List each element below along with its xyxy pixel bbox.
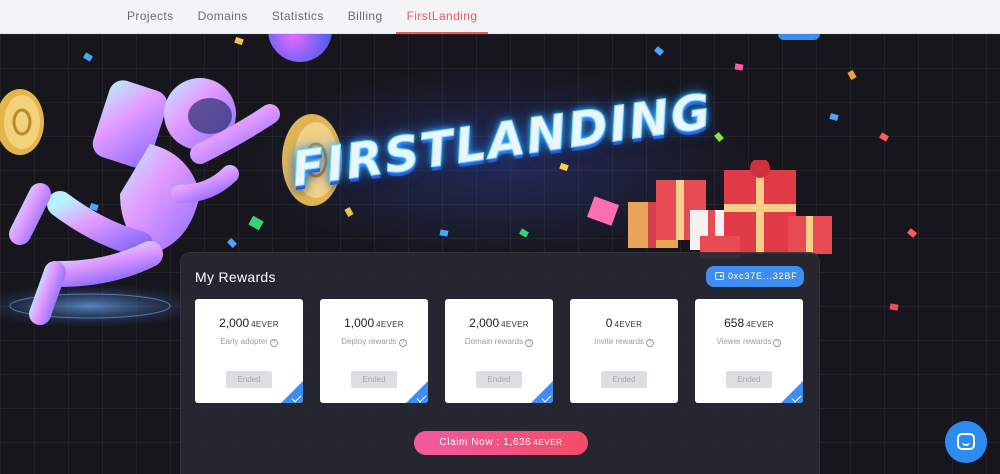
tab-statistics[interactable]: Statistics xyxy=(261,0,335,34)
reward-label: Invite rewards? xyxy=(570,337,678,347)
reward-unit: 4EVER xyxy=(376,320,404,329)
reward-unit: 4EVER xyxy=(614,320,643,329)
reward-amount: 1,000 xyxy=(344,316,375,330)
reward-label-text: Viewer rewards xyxy=(716,337,772,346)
wallet-icon xyxy=(715,272,724,280)
confetti xyxy=(907,228,917,238)
reward-label: Viewer rewards? xyxy=(695,337,803,347)
reward-card-deploy: 1,000 4EVER Deploy rewards? Ended xyxy=(320,299,428,403)
claim-label: Claim Now : 1,636 xyxy=(439,437,532,448)
reward-cards: 2,000 4EVER Early adopter? Ended 1,000 4EV… xyxy=(195,299,805,405)
reward-amount: 2,000 xyxy=(219,316,250,330)
ended-button[interactable]: Ended xyxy=(351,371,397,388)
tab-projects[interactable]: Projects xyxy=(116,0,185,34)
confetti xyxy=(889,303,899,311)
help-icon[interactable]: ? xyxy=(269,339,278,347)
reward-label-text: Deploy rewards xyxy=(341,337,397,346)
hero-banner: FIRSTLANDING My Rewards 0xc37E...32BF 2,… xyxy=(0,34,1000,474)
help-icon[interactable]: ? xyxy=(645,339,654,347)
wallet-address-button[interactable]: 0xc37E...32BF xyxy=(706,266,804,287)
wallet-address: 0xc37E...32BF xyxy=(728,271,798,281)
reward-value: 1,000 4EVER xyxy=(320,316,428,330)
reward-unit: 4EVER xyxy=(501,320,529,329)
claim-now-button[interactable]: Claim Now : 1,636 4EVER xyxy=(414,431,588,455)
reward-label-text: Invite rewards xyxy=(594,337,644,346)
reward-card-domain: 2,000 4EVER Domain rewards? Ended xyxy=(445,299,553,403)
reward-label-text: Early adopter xyxy=(220,337,268,346)
rewards-title: My Rewards xyxy=(195,269,276,285)
reward-amount: 658 xyxy=(724,316,745,330)
confetti xyxy=(654,46,664,56)
reward-label: Deploy rewards? xyxy=(320,337,428,347)
confetti xyxy=(829,113,839,121)
reward-label: Early adopter? xyxy=(195,337,303,347)
reward-value: 2,000 4EVER xyxy=(195,316,303,330)
reward-card-viewer: 658 4EVER Viewer rewards? Ended xyxy=(695,299,803,403)
confetti xyxy=(879,132,889,142)
reward-amount: 2,000 xyxy=(469,316,500,330)
planet-decoration xyxy=(268,34,332,62)
reward-value: 658 4EVER xyxy=(695,316,803,330)
reward-unit: 4EVER xyxy=(251,320,279,329)
tab-billing[interactable]: Billing xyxy=(337,0,394,34)
nav-tabs: Projects Domains Statistics Billing Firs… xyxy=(116,0,490,34)
reward-label-text: Domain rewards xyxy=(464,337,524,346)
reward-card-early-adopter: 2,000 4EVER Early adopter? Ended xyxy=(195,299,303,403)
gift-boxes-decoration xyxy=(628,160,832,258)
top-nav: Projects Domains Statistics Billing Firs… xyxy=(0,0,1000,34)
help-icon[interactable]: ? xyxy=(398,339,407,347)
coin-left-decoration xyxy=(0,89,44,155)
ended-button[interactable]: Ended xyxy=(476,371,522,388)
reward-card-invite: 0 4EVER Invite rewards? Ended xyxy=(570,299,678,403)
tab-domains[interactable]: Domains xyxy=(187,0,259,34)
confetti xyxy=(439,229,449,237)
help-icon[interactable]: ? xyxy=(525,339,534,347)
reward-value: 0 4EVER xyxy=(570,316,678,330)
tab-firstlanding[interactable]: FirstLanding xyxy=(395,0,489,34)
ended-button[interactable]: Ended xyxy=(601,371,647,388)
confetti xyxy=(847,70,857,80)
ended-button[interactable]: Ended xyxy=(726,371,772,388)
reward-value: 2,000 4EVER xyxy=(445,316,553,330)
help-icon[interactable]: ? xyxy=(773,339,782,347)
reward-unit: 4EVER xyxy=(746,320,774,329)
confetti xyxy=(734,63,744,71)
claim-unit: 4EVER xyxy=(533,438,563,447)
rewards-panel: My Rewards 0xc37E...32BF 2,000 4EVER Earl… xyxy=(180,252,820,474)
ended-button[interactable]: Ended xyxy=(226,371,272,388)
reward-label: Domain rewards? xyxy=(445,337,553,347)
top-pill-button[interactable] xyxy=(778,34,820,40)
reward-amount: 0 xyxy=(605,316,613,330)
chat-icon xyxy=(957,433,975,450)
chat-support-button[interactable] xyxy=(945,421,987,463)
